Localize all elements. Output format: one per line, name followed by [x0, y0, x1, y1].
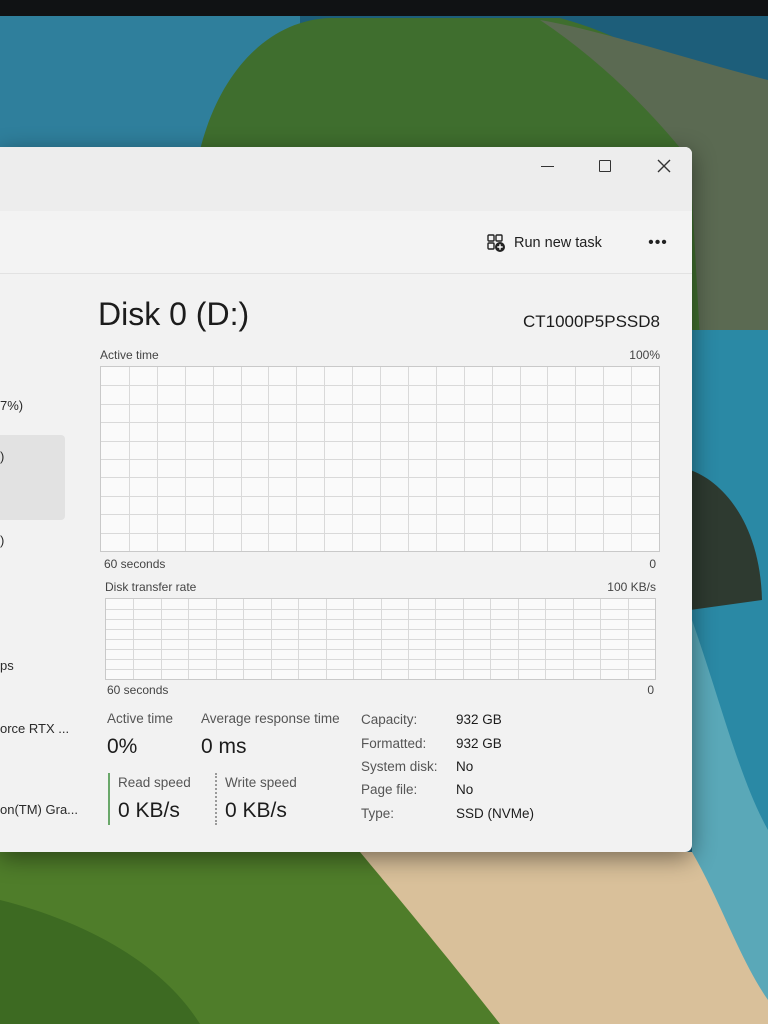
- active-time-graph: [100, 366, 660, 552]
- active-time-graph-label: Active time: [100, 348, 159, 362]
- close-icon: [657, 159, 671, 173]
- run-new-task-icon: [487, 234, 505, 252]
- maximize-icon: [599, 160, 611, 172]
- type-value: SSD (NVMe): [456, 806, 535, 821]
- active-time-span-label: 60 seconds: [104, 557, 166, 571]
- active-time-max-label: 100%: [629, 348, 660, 362]
- sidebar-item-fragment[interactable]: ps: [0, 658, 14, 673]
- write-speed-accent: [215, 773, 217, 825]
- transfer-rate-min-label: 0: [647, 683, 654, 697]
- formatted-key: Formatted:: [361, 736, 427, 751]
- read-speed-label: Read speed: [118, 775, 191, 790]
- transfer-rate-graph: [105, 598, 656, 680]
- run-new-task-button[interactable]: Run new task: [486, 229, 602, 257]
- write-speed-value: 0 KB/s: [225, 799, 287, 822]
- active-time-grid: [101, 367, 659, 551]
- transfer-rate-graph-label: Disk transfer rate: [105, 580, 197, 594]
- system-disk-value: No: [456, 759, 474, 774]
- page-file-value: No: [456, 782, 474, 797]
- capacity-key: Capacity:: [361, 712, 418, 727]
- maximize-button[interactable]: [582, 149, 628, 183]
- active-time-stat-label: Active time: [107, 711, 174, 726]
- sidebar-item-selected[interactable]: [0, 435, 65, 520]
- monitor-bezel: [0, 0, 768, 16]
- read-speed-accent: [108, 773, 110, 825]
- formatted-value: 932 GB: [456, 736, 502, 751]
- minimize-icon: [540, 165, 554, 167]
- avg-response-value: 0 ms: [201, 735, 247, 758]
- disk-title: Disk 0 (D:): [98, 296, 250, 332]
- sidebar-item-fragment[interactable]: 7%): [0, 398, 23, 413]
- read-speed-value: 0 KB/s: [118, 799, 180, 822]
- page-file-key: Page file:: [361, 782, 418, 797]
- sidebar-item-fragment[interactable]: on(TM) Gra...: [0, 802, 78, 817]
- capacity-value: 932 GB: [456, 712, 502, 727]
- active-time-min-label: 0: [649, 557, 656, 571]
- minimize-button[interactable]: [524, 149, 570, 183]
- type-key: Type:: [361, 806, 395, 821]
- run-new-task-label: Run new task: [514, 235, 602, 251]
- toolbar: Run new task •••: [0, 211, 692, 274]
- sidebar-item-fragment[interactable]: ): [0, 449, 4, 464]
- task-manager-window: Run new task ••• 7%) ) ) ps orce RTX ...…: [0, 147, 692, 852]
- system-disk-key: System disk:: [361, 759, 438, 774]
- transfer-rate-grid: [106, 599, 655, 679]
- title-bar: [0, 147, 692, 211]
- disk-model: CT1000P5PSSD8: [522, 312, 660, 331]
- avg-response-label: Average response time: [201, 711, 340, 726]
- active-time-stat-value: 0%: [107, 735, 138, 758]
- close-button[interactable]: [641, 149, 687, 183]
- sidebar-item-fragment[interactable]: orce RTX ...: [0, 721, 69, 736]
- write-speed-label: Write speed: [225, 775, 297, 790]
- more-options-icon: •••: [648, 234, 668, 251]
- transfer-rate-max-label: 100 KB/s: [607, 580, 656, 594]
- more-options-button[interactable]: •••: [643, 229, 673, 257]
- transfer-rate-span-label: 60 seconds: [107, 683, 169, 697]
- sidebar-item-fragment[interactable]: ): [0, 533, 4, 548]
- sidebar: 7%) ) ) ps orce RTX ... on(TM) Gra...: [0, 274, 80, 852]
